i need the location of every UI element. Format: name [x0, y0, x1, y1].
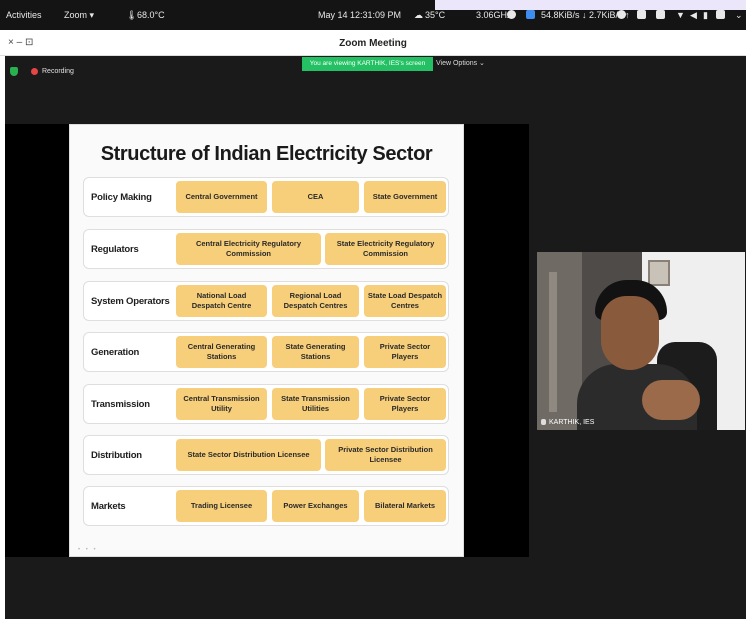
- thermometer-icon: 🌡: [126, 10, 138, 20]
- slide-box: National Load Despatch Centre: [176, 285, 267, 317]
- slide-box: State Transmission Utilities: [272, 388, 359, 420]
- row-label: Distribution: [91, 449, 142, 461]
- clock[interactable]: May 14 12:31:09 PM: [318, 10, 401, 20]
- slide-box: State Generating Stations: [272, 336, 359, 368]
- settings-tray-icon[interactable]: [507, 10, 516, 19]
- weather-icon: ☁: [414, 10, 423, 20]
- participant-name: KARTHIK, IES: [549, 418, 595, 426]
- row-label: Generation: [91, 346, 140, 358]
- display-tray-icon[interactable]: [617, 10, 626, 19]
- slide-row-transmission: Transmission Central Transmission Utilit…: [83, 384, 449, 424]
- row-label: Markets: [91, 500, 126, 512]
- row-label: Regulators: [91, 243, 139, 255]
- activities-button[interactable]: Activities: [6, 10, 42, 20]
- slide-box: State Load Despatch Centres: [364, 285, 446, 317]
- recording-label: Recording: [42, 68, 74, 75]
- row-label: Policy Making: [91, 191, 152, 203]
- row-label: System Operators: [91, 295, 170, 307]
- slide-box: Central Generating Stations: [176, 336, 267, 368]
- slide-box: Private Sector Players: [364, 388, 446, 420]
- slide-row-policy-making: Policy Making Central Government CEA Sta…: [83, 177, 449, 217]
- row-label: Transmission: [91, 398, 150, 410]
- slide-row-generation: Generation Central Generating Stations S…: [83, 332, 449, 372]
- slide-box: Trading Licensee: [176, 490, 267, 522]
- clipboard-tray-icon[interactable]: [637, 10, 646, 19]
- slide-box: Central Government: [176, 181, 267, 213]
- video-background: [537, 252, 582, 430]
- weather-temperature[interactable]: 35°C: [425, 10, 445, 20]
- app-tray-icon[interactable]: [526, 10, 535, 19]
- participant-video[interactable]: KARTHIK, IES: [537, 252, 745, 430]
- window-title-bar: × – ⊡ Zoom Meeting: [0, 30, 746, 56]
- meeting-area: Recording You are viewing KARTHIK, IES's…: [5, 56, 746, 619]
- desktop-background-strip: [435, 0, 746, 10]
- slide-box: Private Sector Players: [364, 336, 446, 368]
- video-background: [648, 260, 670, 286]
- slide-row-system-operators: System Operators National Load Despatch …: [83, 281, 449, 321]
- slide-box: State Sector Distribution Licensee: [176, 439, 321, 471]
- microphone-icon: [541, 419, 546, 426]
- power-tray-icon[interactable]: [716, 10, 725, 19]
- app-menu-zoom[interactable]: Zoom ▾: [64, 10, 94, 21]
- slide-box: Central Transmission Utility: [176, 388, 267, 420]
- participant-name-label: KARTHIK, IES: [541, 419, 594, 426]
- participant-figure: [642, 380, 700, 420]
- slide-row-regulators: Regulators Central Electricity Regulator…: [83, 229, 449, 269]
- shared-screen: Structure of Indian Electricity Sector P…: [5, 124, 529, 557]
- slide-box: Regional Load Despatch Centres: [272, 285, 359, 317]
- presentation-slide: Structure of Indian Electricity Sector P…: [69, 124, 464, 557]
- wifi-icon[interactable]: ▼: [676, 10, 685, 20]
- slide-row-markets: Markets Trading Licensee Power Exchanges…: [83, 486, 449, 526]
- slide-box: Bilateral Markets: [364, 490, 446, 522]
- slide-box: Power Exchanges: [272, 490, 359, 522]
- slide-box: State Government: [364, 181, 446, 213]
- slide-box: CEA: [272, 181, 359, 213]
- cpu-temperature[interactable]: 68.0°C: [137, 10, 165, 20]
- battery-icon[interactable]: ▮: [703, 10, 708, 21]
- slide-nav-dots: • • •: [78, 547, 98, 553]
- video-background: [549, 272, 557, 412]
- slide-row-distribution: Distribution State Sector Distribution L…: [83, 435, 449, 475]
- participant-figure: [601, 296, 659, 370]
- screen-tray-icon[interactable]: [656, 10, 665, 19]
- slide-box: Private Sector Distribution Licensee: [325, 439, 446, 471]
- view-options-button[interactable]: View Options ⌄: [436, 59, 485, 67]
- slide-box: Central Electricity Regulatory Commissio…: [176, 233, 321, 265]
- security-shield-icon[interactable]: [10, 67, 18, 76]
- slide-box: State Electricity Regulatory Commission: [325, 233, 446, 265]
- window-title: Zoom Meeting: [339, 38, 407, 49]
- recording-icon: [31, 68, 38, 75]
- system-top-bar: Activities Zoom ▾ 🌡 68.0°C May 14 12:31:…: [0, 0, 746, 30]
- slide-title: Structure of Indian Electricity Sector: [100, 143, 433, 165]
- volume-icon[interactable]: ◀: [690, 10, 697, 21]
- screen-share-banner: You are viewing KARTHIK, IES's screen: [302, 57, 433, 71]
- system-menu-chevron-icon[interactable]: ⌄: [735, 10, 743, 21]
